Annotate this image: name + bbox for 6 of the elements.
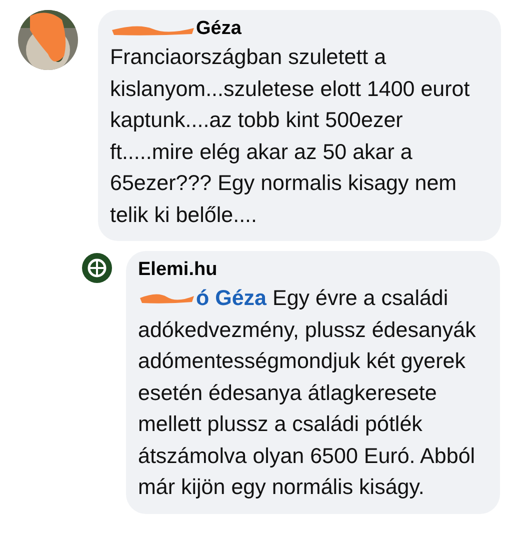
reply-text: ó Géza Egy évre a családi adókedvezmény, plussz édesanyák adómentességmondjuk két gyerek esetén édesanya átlagkeresete mellett plussz a családi pótlék átszámolva olyan 6500 Euró. Abból már kijön egy normális kiságy. — [138, 285, 477, 501]
author-name[interactable]: Géza — [110, 16, 487, 42]
mention-link[interactable]: ó Géza — [196, 286, 266, 310]
comment-text: Franciaországban szuletett a kislanyom...szuletese elott 1400 eurot kaptunk....az tobb kint 500ezer ft.....mire elég akar az 50 akar a 65ezer??? Egy normalis kisagy nem telik ki belőle.... — [110, 44, 471, 228]
logo-icon — [82, 253, 112, 283]
author-name[interactable]: Elemi.hu — [138, 257, 486, 283]
